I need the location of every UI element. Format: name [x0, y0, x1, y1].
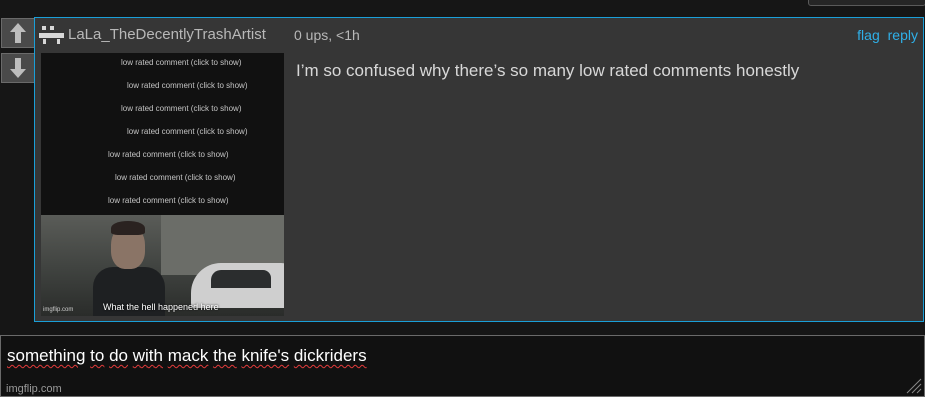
low-rated-line: low rated comment (click to show)	[121, 104, 242, 113]
caption-word: do	[109, 346, 129, 365]
arrow-down-icon	[10, 58, 26, 78]
low-rated-line: low rated comment (click to show)	[127, 127, 248, 136]
meme-caption: What the hell happened here	[103, 302, 219, 312]
caption-input[interactable]: something to do with mack the knife's di…	[0, 335, 925, 397]
reply-link[interactable]: reply	[888, 27, 918, 43]
caption-word: with	[132, 346, 163, 365]
meme-scene: What the hell happened here imgflip.com	[41, 215, 284, 316]
comment-actions: flag reply	[853, 27, 918, 43]
username-link[interactable]: LaLa_TheDecentlyTrashArtist	[68, 26, 266, 43]
upvote-button[interactable]	[1, 18, 35, 48]
arrow-up-icon	[10, 23, 26, 43]
comment-text: I’m so confused why there’s so many low …	[296, 61, 800, 80]
meme-image[interactable]: low rated comment (click to show) low ra…	[41, 53, 284, 316]
caption-word: the	[213, 346, 237, 365]
low-rated-line: low rated comment (click to show)	[121, 58, 242, 67]
imgflip-watermark: imgflip.com	[6, 383, 62, 395]
comment-meta: 0 ups, <1h	[294, 27, 360, 43]
resize-handle-icon[interactable]	[904, 376, 922, 394]
low-rated-line: low rated comment (click to show)	[115, 173, 236, 182]
comment-card: LaLa_TheDecentlyTrashArtist 0 ups, <1h f…	[34, 17, 924, 322]
meme-watermark: imgflip.com	[43, 307, 74, 313]
downvote-button[interactable]	[1, 53, 35, 83]
low-rated-line: low rated comment (click to show)	[108, 150, 229, 159]
flag-link[interactable]: flag	[857, 27, 880, 43]
caption-word: dickriders	[293, 346, 367, 365]
low-rated-line: low rated comment (click to show)	[127, 81, 248, 90]
low-rated-line: low rated comment (click to show)	[108, 196, 229, 205]
top-button[interactable]	[808, 0, 925, 6]
caption-word: mack	[167, 346, 209, 365]
caption-word: knife's	[241, 346, 290, 365]
user-icon[interactable]	[39, 26, 64, 44]
caption-text: something to do with mack the knife's di…	[7, 346, 367, 366]
caption-word: to	[90, 346, 105, 365]
caption-word: something	[7, 346, 86, 365]
